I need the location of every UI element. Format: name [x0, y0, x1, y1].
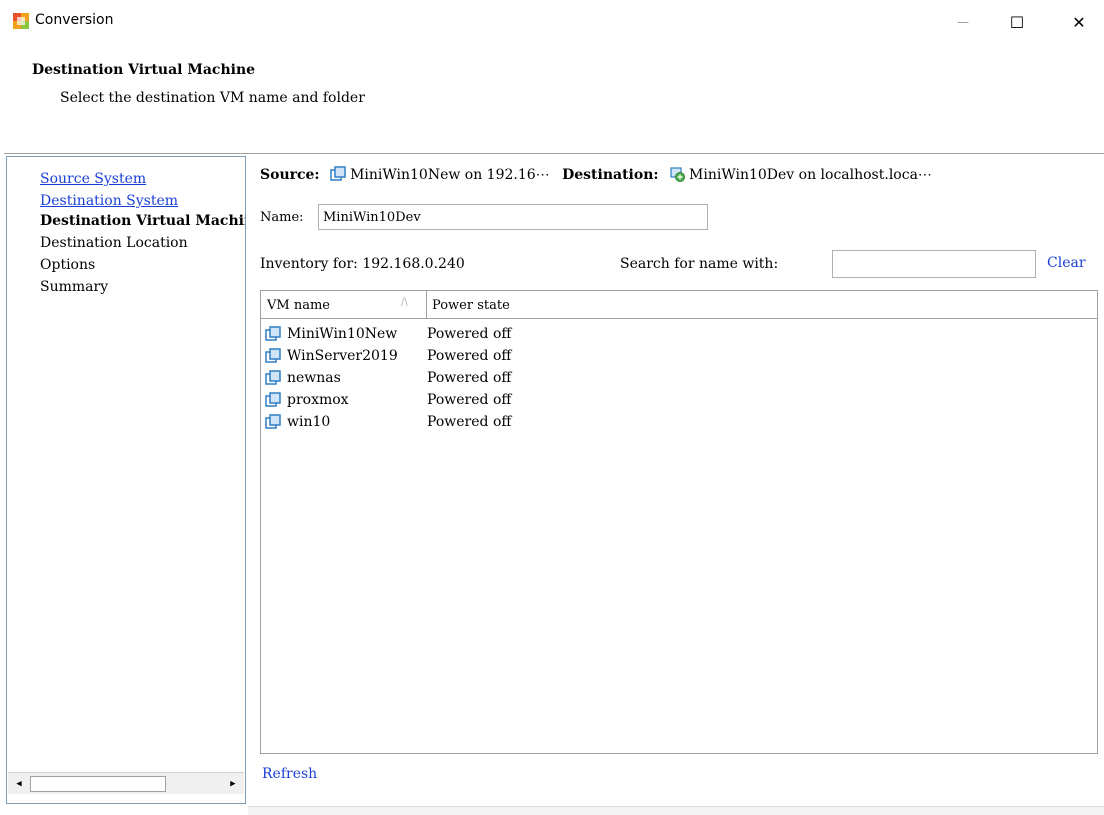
main-panel: Source: MiniWin10New on 192.16⋯ Destinat… — [250, 156, 1104, 808]
maximize-icon: ☐ — [1009, 12, 1025, 32]
vm-name-cell: proxmox — [287, 392, 349, 408]
power-state-cell: Powered off — [427, 392, 512, 408]
name-label: Name: — [260, 210, 304, 225]
clear-link[interactable]: Clear — [1047, 255, 1086, 271]
converter-app-icon — [13, 13, 29, 29]
source-label: Source: — [260, 167, 320, 183]
vm-list-row[interactable]: MiniWin10New Powered off — [265, 323, 1085, 345]
nav-item-destination-location: Destination Location — [40, 235, 188, 251]
power-state-cell: Powered off — [427, 326, 512, 342]
scrollbar-thumb[interactable] — [30, 776, 166, 792]
vm-icon — [265, 392, 281, 407]
nav-item-destination-virtual-machine[interactable]: Destination Virtual Machine — [40, 213, 245, 229]
nav-item-destination-system[interactable]: Destination System — [40, 193, 178, 209]
power-state-cell: Powered off — [427, 414, 512, 430]
vm-icon — [265, 348, 281, 363]
vm-icon — [265, 326, 281, 341]
nav-item-options: Options — [40, 257, 96, 273]
scroll-left-arrow-icon[interactable]: ◀ — [10, 775, 28, 793]
vm-name-cell: WinServer2019 — [287, 348, 398, 364]
page-header: Destination Virtual Machine Select the d… — [0, 44, 1104, 144]
maximize-button[interactable]: ☐ — [994, 0, 1040, 44]
column-header-power-state[interactable]: Power state — [428, 291, 1098, 319]
vm-name-cell: MiniWin10New — [287, 326, 398, 342]
inventory-label: Inventory for: 192.168.0.240 — [260, 256, 465, 272]
column-header-power-state-label: Power state — [432, 298, 510, 313]
power-state-cell: Powered off — [427, 348, 512, 364]
sort-ascending-icon: /\ — [401, 297, 408, 308]
vm-icon — [265, 414, 281, 429]
close-icon: ✕ — [1072, 12, 1086, 32]
minimize-button[interactable]: — — [940, 0, 986, 44]
window-title: Conversion — [35, 12, 114, 28]
vm-list-header: VM name /\ Power state — [261, 291, 1097, 319]
vm-list-row[interactable]: proxmox Powered off — [265, 389, 1085, 411]
nav-item-source-system[interactable]: Source System — [40, 171, 146, 187]
vm-list[interactable]: VM name /\ Power state MiniWin10New Powe… — [260, 290, 1098, 754]
wizard-step-nav: Source System Destination System Destina… — [6, 156, 246, 804]
destination-label: Destination: — [562, 167, 659, 183]
scroll-right-arrow-icon[interactable]: ▶ — [224, 775, 242, 793]
close-button[interactable]: ✕ — [1056, 0, 1102, 44]
vm-list-row[interactable]: WinServer2019 Powered off — [265, 345, 1085, 367]
destination-value: MiniWin10Dev on localhost.loca⋯ — [689, 167, 932, 183]
title-bar: Conversion — ☐ ✕ — [0, 0, 1104, 44]
bottom-button-strip — [248, 806, 1104, 815]
power-state-cell: Powered off — [427, 370, 512, 386]
vm-list-row[interactable]: win10 Powered off — [265, 411, 1085, 433]
page-title: Destination Virtual Machine — [32, 62, 256, 78]
vm-icon — [330, 166, 346, 181]
destination-host-icon — [670, 167, 686, 182]
minimize-icon: — — [957, 15, 969, 29]
nav-item-summary: Summary — [40, 279, 109, 295]
vm-name-cell: win10 — [287, 414, 331, 430]
source-destination-summary: Source: MiniWin10New on 192.16⋯ Destinat… — [260, 166, 932, 183]
page-subtitle: Select the destination VM name and folde… — [60, 90, 365, 106]
column-header-vm-name-label: VM name — [267, 298, 330, 313]
source-value: MiniWin10New on 192.16⋯ — [350, 167, 550, 183]
search-input[interactable] — [832, 250, 1036, 278]
column-header-vm-name[interactable]: VM name /\ — [261, 291, 427, 319]
vm-name-cell: newnas — [287, 370, 341, 386]
vm-icon — [265, 370, 281, 385]
vm-name-input[interactable] — [318, 204, 708, 230]
search-label: Search for name with: — [620, 256, 779, 272]
nav-horizontal-scrollbar[interactable]: ◀ ▶ — [8, 772, 244, 794]
refresh-link[interactable]: Refresh — [262, 766, 317, 782]
vm-list-row[interactable]: newnas Powered off — [265, 367, 1085, 389]
